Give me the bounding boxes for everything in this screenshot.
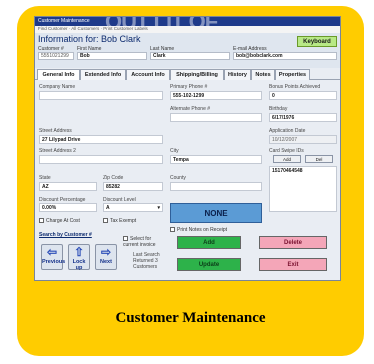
previous-label: Previous	[42, 259, 66, 265]
bonus-label: Bonus Points Achieved	[269, 84, 321, 90]
city-label: City	[170, 148, 179, 154]
breadcrumb[interactable]: Find Customer · All Customers · Print Cu…	[35, 26, 340, 33]
charge-at-cost-label: Charge At Cost	[46, 218, 80, 224]
street2-field[interactable]	[39, 155, 163, 164]
street-label: Street Address	[39, 128, 72, 134]
exit-button[interactable]: Exit	[259, 258, 327, 271]
lock-up-label: Lock up	[72, 259, 86, 271]
arrow-left-icon: ⇦	[46, 245, 58, 259]
checkbox-icon	[39, 218, 44, 224]
chevron-down-icon: ▾	[157, 205, 160, 211]
delete-button[interactable]: Delete	[259, 236, 327, 249]
last-search-label: Last Search Returned 3 Customers	[133, 252, 160, 270]
checkbox-icon	[103, 218, 108, 224]
city-field[interactable]: Tempa	[170, 155, 262, 164]
zip-label: Zip Code	[103, 175, 124, 181]
tab-account-info[interactable]: Account Info	[126, 69, 170, 80]
email-field[interactable]: bob@bobclark.com	[233, 52, 337, 60]
last-name-field[interactable]: Clark	[150, 52, 230, 60]
bonus-field[interactable]: 0	[269, 91, 337, 100]
company-label: Company Name	[39, 84, 76, 90]
next-button[interactable]: ⇨ Next	[95, 244, 117, 270]
alt-phone-field[interactable]	[170, 113, 262, 122]
print-notes-label: Print Notes on Receipt	[177, 227, 228, 233]
tab-bar: General Info Extended Info Account Info …	[35, 68, 340, 80]
update-button[interactable]: Update	[177, 258, 241, 271]
checkbox-icon	[123, 236, 128, 242]
discount-level-value: A	[106, 205, 110, 211]
tab-general-info[interactable]: General Info	[37, 69, 80, 80]
alt-phone-label: Alternate Phone #	[170, 106, 211, 112]
street-field[interactable]: 27 Lilypad Drive	[39, 135, 163, 144]
discount-pct-field[interactable]: 0.00%	[39, 203, 97, 212]
card-swipe-label: Card Swipe IDs	[269, 148, 304, 154]
app-date-label: Application Date	[269, 128, 306, 134]
customer-maintenance-window: Customer Maintenance OUT LIT OF Find Cus…	[34, 16, 341, 281]
card-del-button[interactable]: Del	[305, 155, 333, 163]
tab-extended-info[interactable]: Extended Info	[80, 69, 126, 80]
tax-exempt-label: Tax Exempt	[110, 218, 137, 224]
birthday-field[interactable]: 6/17/1976	[269, 113, 337, 122]
county-field[interactable]	[170, 182, 262, 191]
discount-level-select[interactable]: A ▾	[103, 203, 163, 212]
street2-label: Street Address 2	[39, 148, 76, 154]
lock-icon: ⇧	[73, 245, 85, 259]
search-by-label[interactable]: Search by Customer #	[39, 232, 92, 238]
discount-status-box: NONE	[170, 203, 262, 223]
birthday-label: Birthday	[269, 106, 288, 112]
company-field[interactable]	[39, 91, 163, 100]
first-name-field[interactable]: Bob	[77, 52, 147, 60]
tab-notes[interactable]: Notes	[251, 69, 275, 80]
customer-number-field[interactable]: 5551021299	[38, 52, 74, 60]
caption-text: Customer Maintenance	[115, 310, 266, 326]
previous-button[interactable]: ⇦ Previous	[41, 244, 66, 270]
state-label: State	[39, 175, 51, 181]
app-date-field[interactable]: 10/12/2007	[269, 135, 337, 144]
tab-properties[interactable]: Properties	[275, 69, 310, 80]
keyboard-button[interactable]: Keyboard	[297, 36, 337, 47]
lock-up-button[interactable]: ⇧ Lock up	[68, 244, 90, 271]
info-title: Information for: Bob Clark	[38, 34, 141, 44]
next-label: Next	[100, 259, 112, 265]
state-field[interactable]: AZ	[39, 182, 97, 191]
print-notes-checkbox[interactable]: Print Notes on Receipt	[170, 227, 227, 233]
tab-history[interactable]: History	[224, 69, 251, 80]
arrow-right-icon: ⇨	[100, 245, 112, 259]
primary-phone-field[interactable]: 555-102-1299	[170, 91, 262, 100]
add-button[interactable]: Add	[177, 236, 241, 249]
tax-exempt-checkbox[interactable]: Tax Exempt	[103, 218, 136, 224]
primary-phone-label: Primary Phone #	[170, 84, 208, 90]
card-swipe-list[interactable]: 15170464548	[269, 166, 337, 212]
customer-header: Information for: Bob Clark Keyboard Cust…	[35, 33, 340, 68]
charge-at-cost-checkbox[interactable]: Charge At Cost	[39, 218, 80, 224]
card-add-button[interactable]: Add	[273, 155, 301, 163]
window-title: Customer Maintenance	[38, 18, 90, 24]
tab-shipping-billing[interactable]: Shipping/Billing	[170, 69, 224, 80]
zip-field[interactable]: 85282	[103, 182, 163, 191]
county-label: County	[170, 175, 186, 181]
select-current-invoice-checkbox[interactable]: Select for current invoice	[123, 236, 167, 248]
checkbox-icon	[170, 227, 175, 233]
